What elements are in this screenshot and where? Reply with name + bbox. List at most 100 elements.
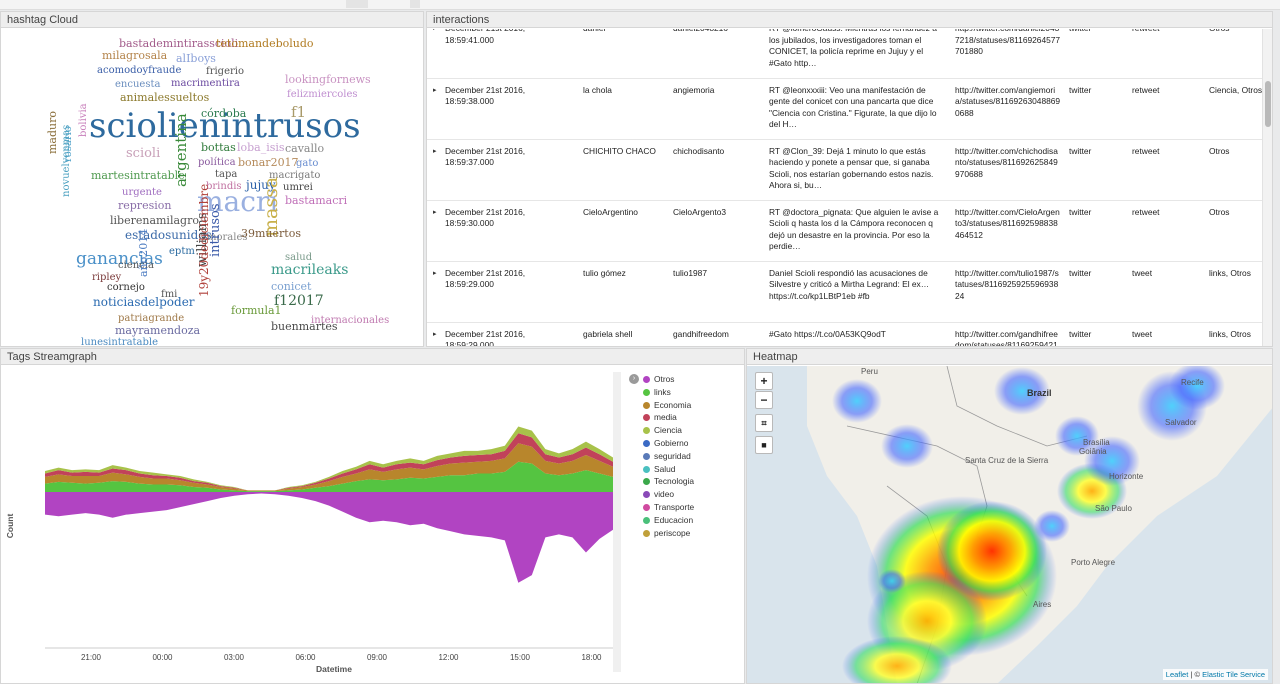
leaflet-link[interactable]: Leaflet — [1166, 670, 1189, 679]
cloud-word[interactable]: argentina — [172, 113, 190, 187]
table-row[interactable]: ▸ December 21st 2016, 18:59:37.000 CHICHIT… — [427, 139, 1267, 201]
top-strip — [0, 0, 1280, 10]
cloud-word[interactable]: maduro — [46, 111, 59, 154]
cloud-word[interactable]: conicet — [271, 280, 312, 293]
heatmap-map[interactable]: Peru Brazil Recife Salvador Brasília Goi… — [747, 362, 1272, 683]
cloud-word[interactable]: liberenamilagro — [110, 214, 199, 227]
cloud-word[interactable]: lookingfornews — [285, 73, 371, 86]
cloud-word[interactable]: eptm — [169, 246, 195, 257]
cloud-word[interactable]: fmi — [161, 289, 177, 300]
cloud-word[interactable]: cornejo — [107, 282, 145, 293]
table-row[interactable]: ▸ December 21st 2016, 18:59:29.000 gabriel… — [427, 322, 1267, 346]
legend-label: Ciencia — [654, 425, 682, 436]
cloud-word[interactable]: novuelvenmas — [61, 125, 72, 197]
zoom-out-button[interactable]: − — [755, 391, 773, 409]
stop-icon[interactable]: ■ — [755, 436, 773, 454]
cloud-word[interactable]: encuesta — [115, 79, 160, 90]
cloud-word[interactable]: macrimentira — [171, 78, 240, 89]
table-cell-user: angiemoria — [669, 78, 765, 140]
expand-caret-icon[interactable]: ▸ — [427, 200, 441, 262]
legend-item[interactable]: periscope — [643, 527, 690, 539]
table-cell-type: retweet — [1128, 139, 1205, 201]
x-tick-label: 09:00 — [367, 653, 388, 662]
legend-item[interactable]: media — [643, 411, 677, 423]
table-cell-user: CieloArgento3 — [669, 200, 765, 262]
cloud-word[interactable]: bastamacri — [285, 194, 348, 207]
cloud-word[interactable]: urgente — [122, 187, 162, 198]
legend-toggle-icon[interactable]: › — [629, 374, 639, 384]
cloud-word[interactable]: lunesintratable — [81, 337, 158, 347]
table-cell-name: gabriela shell — [579, 322, 669, 346]
expand-caret-icon[interactable]: ▸ — [427, 139, 441, 201]
table-cell-date: December 21st 2016, 18:59:37.000 — [441, 139, 579, 201]
legend-item[interactable]: Economia — [643, 399, 691, 411]
legend-item[interactable]: Otros — [643, 373, 674, 385]
stream-area-otros[interactable] — [45, 492, 613, 583]
table-cell-tags: Otros — [1205, 139, 1267, 201]
table-row[interactable]: ▸ December 21st 2016, 18:59:38.000 la chol… — [427, 78, 1267, 140]
cloud-word[interactable]: tetomandeboludo — [216, 37, 314, 50]
cloud-word[interactable]: animalessueltos — [120, 91, 210, 104]
legend-scrollbar[interactable] — [613, 372, 621, 672]
scrollbar-thumb[interactable] — [1265, 81, 1271, 127]
cloud-word[interactable]: macrileaks — [271, 262, 348, 278]
legend-item[interactable]: video — [643, 488, 674, 500]
expand-caret-icon[interactable]: ▸ — [427, 322, 441, 346]
legend-item[interactable]: Ciencia — [643, 424, 682, 436]
cloud-word[interactable]: año2014 — [137, 229, 150, 277]
table-scrollbar[interactable] — [1262, 29, 1272, 346]
cloud-word[interactable]: cavallo — [285, 142, 325, 155]
panel-title: Tags Streamgraph — [1, 349, 744, 365]
table-cell-tags: Otros — [1205, 29, 1267, 79]
cloud-word[interactable]: f1 — [291, 103, 306, 121]
legend-swatch — [643, 376, 650, 383]
table-row[interactable]: ▸December 21st 2016, 18:59:41.000danield… — [427, 29, 1267, 79]
cloud-word[interactable]: tapa — [215, 169, 237, 180]
cloud-word[interactable]: umrei — [283, 182, 313, 193]
cloud-word[interactable]: milagrosala — [102, 49, 168, 62]
legend-item[interactable]: Transporte — [643, 501, 694, 513]
cloud-word[interactable]: frigerio — [206, 66, 244, 77]
cloud-word[interactable]: martesintratable — [91, 169, 185, 182]
tile-service-link[interactable]: Elastic Tile Service — [1202, 670, 1265, 679]
cloud-word[interactable]: mayramendoza — [115, 324, 201, 337]
table-cell-date: December 21st 2016, 18:59:38.000 — [441, 78, 579, 140]
legend-item[interactable]: Gobierno — [643, 437, 688, 449]
cloud-word[interactable]: bolivia — [78, 103, 89, 137]
expand-caret-icon[interactable]: ▸ — [427, 78, 441, 140]
cloud-word[interactable]: alIboys — [176, 52, 216, 65]
cloud-word[interactable]: bottas — [201, 141, 236, 154]
cloud-word[interactable]: 39muertos — [241, 227, 301, 240]
cloud-word[interactable]: 19y20dediciembre — [197, 184, 211, 297]
cloud-word[interactable]: política — [198, 157, 236, 168]
legend-item[interactable]: seguridad — [643, 450, 691, 462]
cloud-word[interactable]: patriagrande — [118, 313, 184, 324]
expand-caret-icon[interactable]: ▸ — [427, 29, 441, 79]
table-row[interactable]: ▸ December 21st 2016, 18:59:30.000 CieloAr… — [427, 200, 1267, 262]
cloud-word[interactable]: gato — [296, 158, 318, 169]
cloud-word[interactable]: scioli — [126, 146, 160, 161]
table-cell-text: RT @lomeroGauss: Mientras los fernández … — [765, 29, 951, 79]
panel-title: interactions — [427, 12, 1272, 28]
legend-item[interactable]: Salud — [643, 463, 675, 475]
cloud-word[interactable]: acomodoyfraude — [97, 65, 181, 76]
legend-item[interactable]: Educacion — [643, 514, 693, 526]
cloud-word[interactable]: bonar2017 — [238, 156, 299, 169]
cloud-word[interactable]: formula1 — [231, 304, 282, 317]
expand-caret-icon[interactable]: ▸ — [427, 261, 441, 323]
cloud-word[interactable]: represion — [118, 199, 171, 212]
legend-swatch — [643, 478, 650, 486]
cloud-word[interactable]: internacionales — [311, 315, 389, 326]
legend-swatch — [643, 440, 650, 447]
table-row[interactable]: ▸ December 21st 2016, 18:59:29.000 tulio g… — [427, 261, 1267, 323]
cloud-word[interactable]: córdoba — [201, 107, 247, 120]
zoom-in-button[interactable]: + — [755, 372, 773, 390]
panel-title: hashtag Cloud — [1, 12, 423, 28]
table-cell-user: gandhifreedom — [669, 322, 765, 346]
cloud-word[interactable]: felizmiercoles — [287, 89, 358, 100]
legend-item[interactable]: links — [643, 386, 671, 398]
crop-icon[interactable]: ⌗ — [755, 414, 773, 432]
legend-item[interactable]: Tecnologia — [643, 475, 694, 487]
cloud-word[interactable]: noticiasdelpoder — [93, 295, 195, 309]
cloud-word[interactable]: loba_isis — [237, 141, 285, 154]
